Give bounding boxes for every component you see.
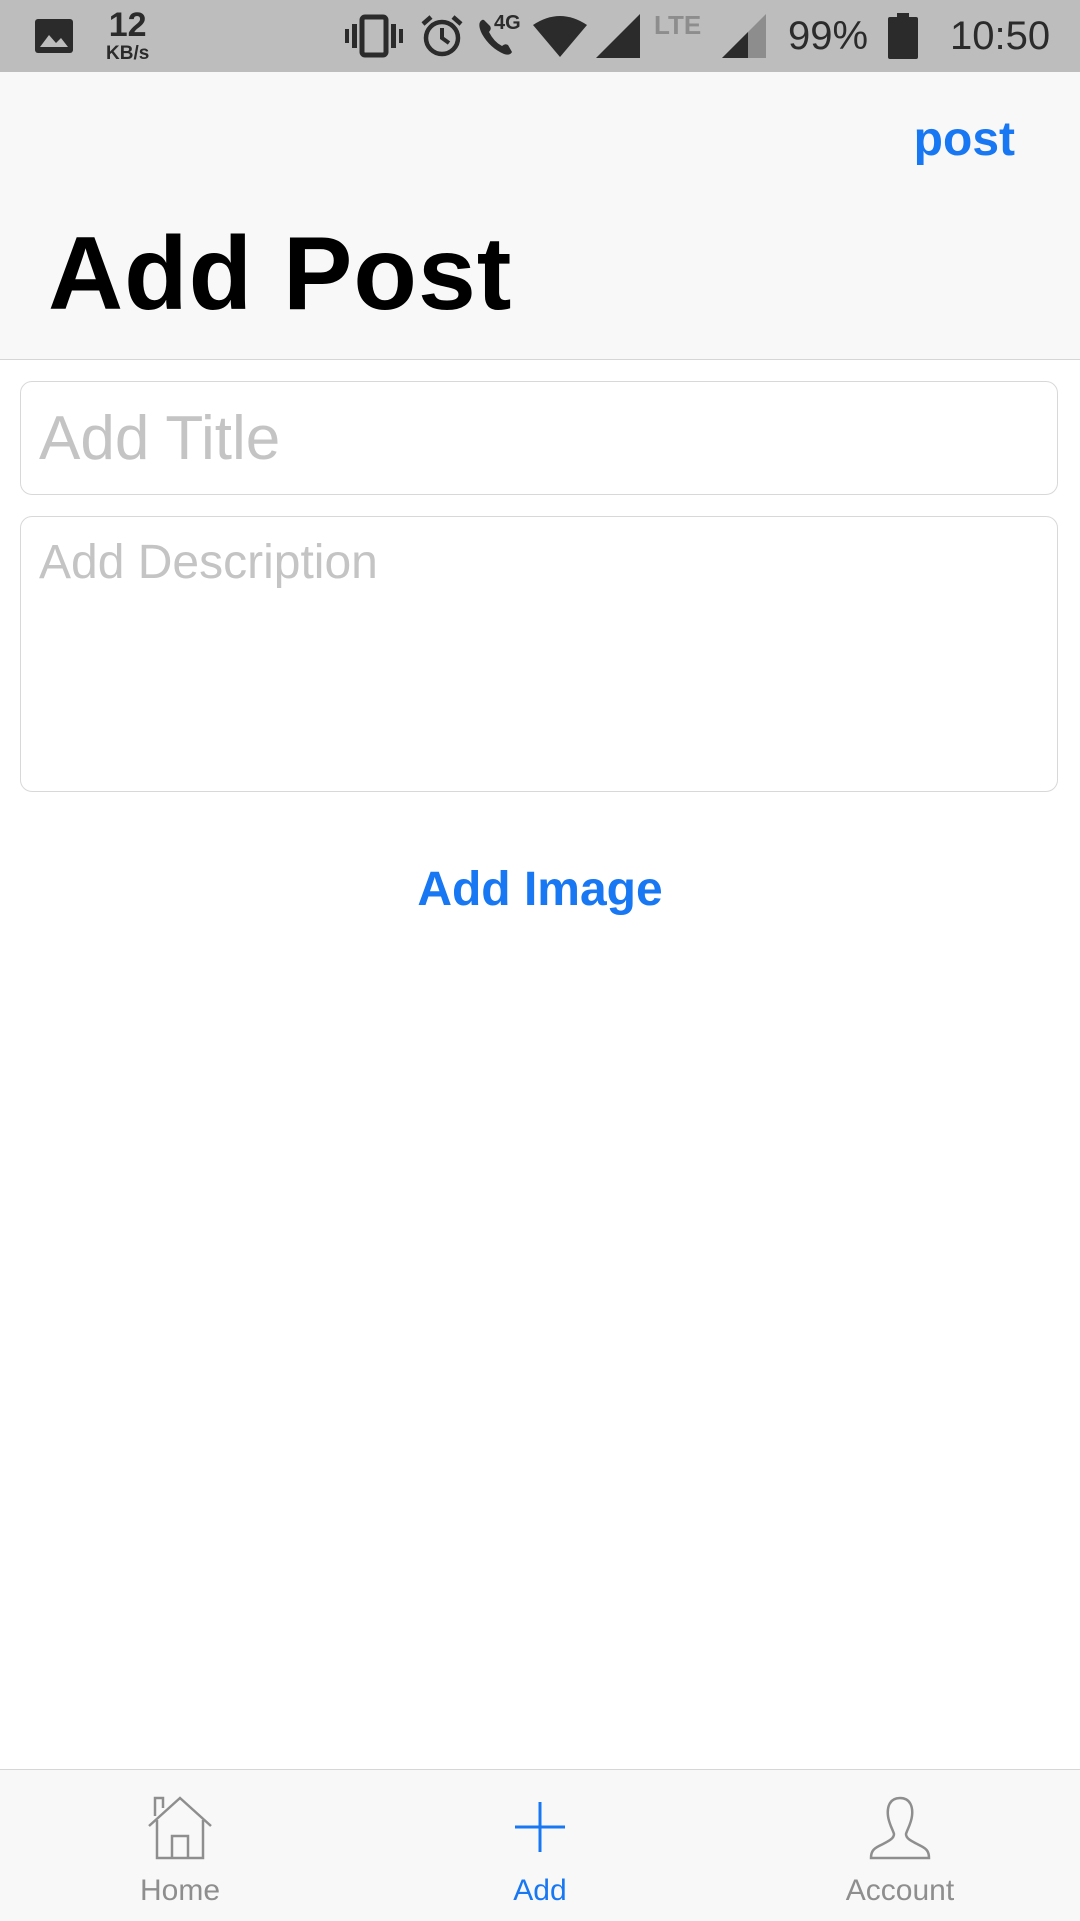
tab-add-label: Add [513, 1874, 567, 1907]
tab-account[interactable]: Account [720, 1770, 1080, 1921]
vibrate-icon [345, 0, 403, 72]
signal-icon-2 [722, 0, 766, 72]
status-bar: 12 KB/s 4G LTE 99% 10:50 [0, 0, 1080, 72]
tab-home-label: Home [139, 1874, 221, 1907]
alarm-icon [420, 0, 464, 72]
description-input[interactable] [20, 516, 1058, 792]
speed-value: 12 [108, 6, 147, 44]
clock: 10:50 [950, 13, 1051, 58]
wifi-call-icon: 4G [474, 0, 530, 72]
add-image-button[interactable]: Add Image [0, 862, 1080, 917]
battery-percent: 99% [788, 13, 869, 58]
network-type-label: 4G [494, 12, 521, 34]
page-title: Add Post [48, 216, 513, 332]
wifi-icon [533, 0, 587, 72]
home-icon [145, 1792, 215, 1867]
network-speed: 12 KB/s [106, 8, 149, 63]
signal-icon [596, 0, 640, 72]
speed-unit: KB/s [106, 43, 150, 64]
title-input[interactable] [20, 381, 1058, 495]
battery-icon [888, 0, 918, 72]
tab-add[interactable]: Add [360, 1770, 720, 1921]
lte-label: LTE [654, 10, 702, 40]
post-button[interactable]: post [914, 112, 1015, 167]
plus-icon [505, 1792, 575, 1867]
tab-bar: Home Add Account [0, 1769, 1080, 1921]
image-icon [34, 0, 74, 72]
tab-account-label: Account [845, 1874, 955, 1907]
header: post Add Post [0, 72, 1080, 360]
account-icon [865, 1792, 935, 1867]
tab-home[interactable]: Home [0, 1770, 360, 1921]
